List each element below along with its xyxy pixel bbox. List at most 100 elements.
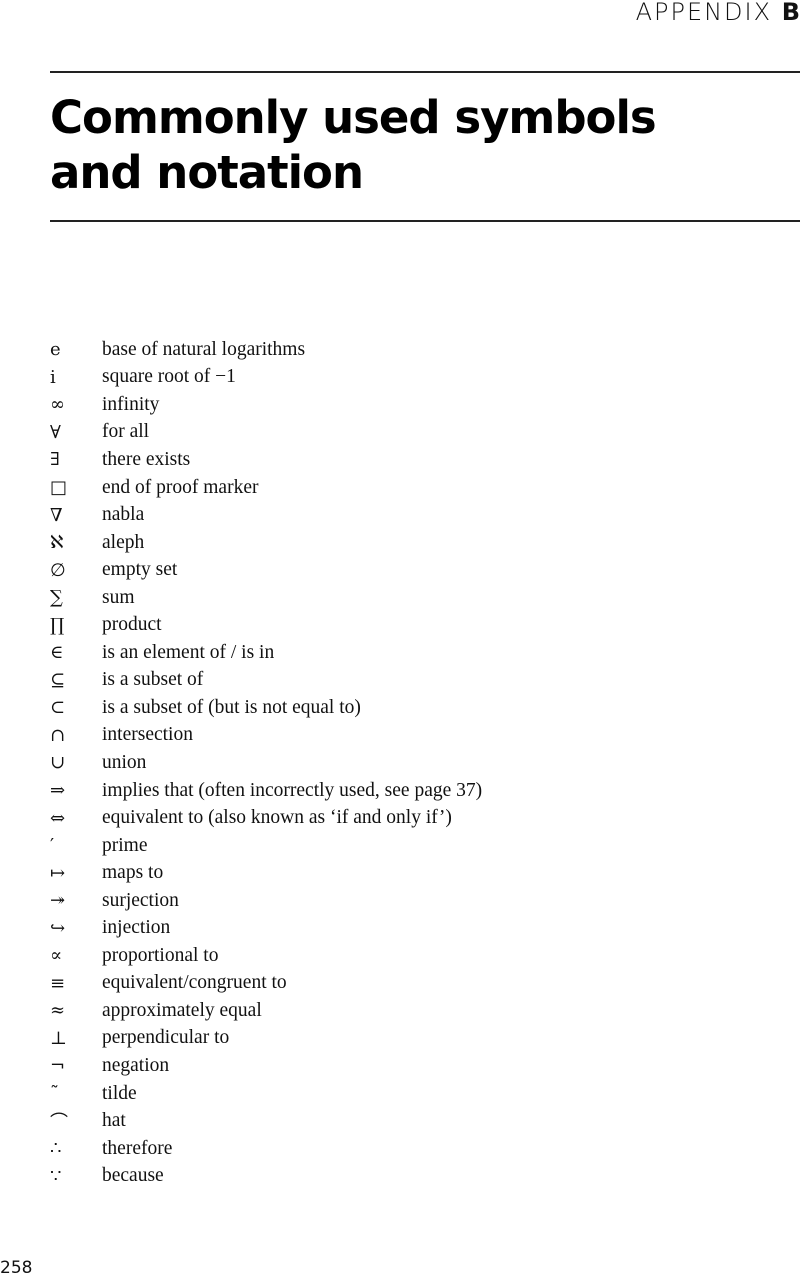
implies-icon: ⇒ [50,780,66,802]
therefore-icon: ∴ [50,1138,62,1160]
nabla-icon: ∇ [50,504,63,526]
symbol-row: ∴ therefore [50,1135,482,1163]
symbol-description: surjection [102,889,179,911]
sum-icon: ∑ [50,587,63,609]
end-of-proof-icon: □ [50,477,68,498]
symbol-row: ∈ is an element of / is in [50,639,482,667]
symbol-row: ′ prime [50,832,482,860]
symbol-row: ∏ product [50,611,482,639]
symbol-description: there exists [102,448,191,470]
element-of-icon: ∈ [50,642,64,664]
symbol-row: ∩ intersection [50,722,482,750]
symbol-description: empty set [102,559,178,581]
title-line-2: and notation [50,146,364,199]
appendix-letter: B [781,0,800,26]
imaginary-unit-icon: i [50,366,56,388]
symbol-description: square root of −1 [102,366,236,388]
symbol-description: is a subset of [102,669,204,691]
symbol-description: negation [102,1054,170,1076]
equivalent-icon: ⇔ [50,807,66,829]
symbol-description: approximately equal [102,999,262,1021]
symbol-row: ∵ because [50,1162,482,1190]
proper-subset-icon: ⊂ [50,697,66,719]
symbol-row: ⇔ equivalent to (also known as ‘if and on… [50,804,482,832]
surjection-icon: ↠ [50,890,66,912]
product-icon: ∏ [50,614,65,636]
top-rule [50,71,800,73]
symbol-row: ↠ surjection [50,887,482,915]
symbol-description: tilde [102,1082,137,1104]
union-icon: ∪ [50,752,66,774]
euler-number-icon: e [50,339,61,361]
page-title: Commonly used symbols and notation [50,90,657,200]
symbol-row: ⊥ perpendicular to [50,1025,482,1053]
symbol-description: end of proof marker [102,476,259,498]
symbol-description: for all [102,421,150,443]
symbol-row: e base of natural logarithms [50,336,482,364]
injection-icon: ↪ [50,917,66,939]
bottom-rule [50,220,800,222]
intersection-icon: ∩ [50,724,66,746]
symbol-description: is a subset of (but is not equal to) [102,696,361,718]
infinity-icon: ∞ [50,394,65,416]
symbol-description: perpendicular to [102,1027,230,1049]
symbol-row: ∞ infinity [50,391,482,419]
symbol-row: ∝ proportional to [50,942,482,970]
symbol-row: ⊂ is a subset of (but is not equal to) [50,694,482,722]
symbol-description: therefore [102,1137,173,1159]
symbol-list: e base of natural logarithms i square root … [50,336,482,1190]
proportional-icon: ∝ [50,945,63,967]
symbol-row: ∅ empty set [50,556,482,584]
symbol-row: ↦ maps to [50,859,482,887]
symbol-row: ¬ negation [50,1052,482,1080]
subset-or-equal-icon: ⊆ [50,669,66,691]
symbol-description: maps to [102,862,164,884]
symbol-description: intersection [102,724,193,746]
page-number: 258 [0,1258,33,1278]
prime-icon: ′ [50,835,55,857]
symbol-row: ⇒ implies that (often incorrectly used, s… [50,777,482,805]
symbol-description: hat [102,1110,126,1132]
symbol-row: ≈ approximately equal [50,997,482,1025]
symbol-description: product [102,614,162,636]
perpendicular-icon: ⊥ [50,1027,67,1049]
running-head: APPENDIX B [636,0,800,26]
symbol-row: i square root of −1 [50,364,482,392]
symbol-description: infinity [102,393,160,415]
symbol-row: ∑ sum [50,584,482,612]
symbol-row: ∪ union [50,749,482,777]
symbol-description: base of natural logarithms [102,338,306,360]
empty-set-icon: ∅ [50,559,66,581]
hat-icon: ⌒ [50,1112,68,1134]
aleph-icon: ℵ [50,532,64,554]
symbol-row: ∀ for all [50,419,482,447]
symbol-description: injection [102,917,171,939]
for-all-icon: ∀ [50,421,61,443]
symbol-row: ∃ there exists [50,446,482,474]
symbol-row: ↪ injection [50,914,482,942]
symbol-description: because [102,1165,164,1187]
symbol-row: ⊆ is a subset of [50,667,482,695]
exists-icon: ∃ [50,449,60,471]
symbol-row: ∇ nabla [50,501,482,529]
symbol-row: ℵ aleph [50,529,482,557]
symbol-row: ≡ equivalent/congruent to [50,970,482,998]
symbol-row: □ end of proof marker [50,474,482,502]
symbol-description: union [102,751,147,773]
appendix-label: APPENDIX [635,0,773,26]
maps-to-icon: ↦ [50,862,66,884]
congruent-icon: ≡ [50,972,66,994]
because-icon: ∵ [50,1165,62,1187]
title-line-1: Commonly used symbols [50,91,657,144]
tilde-icon: ˜ [50,1083,59,1105]
symbol-description: equivalent/congruent to [102,972,287,994]
symbol-description: nabla [102,504,145,526]
symbol-description: is an element of / is in [102,641,275,663]
symbol-row: ˜ tilde [50,1080,482,1108]
symbol-description: prime [102,834,148,856]
symbol-description: aleph [102,531,145,553]
approximately-equal-icon: ≈ [50,1000,66,1022]
symbol-description: proportional to [102,944,219,966]
negation-icon: ¬ [50,1055,66,1077]
symbol-row: ⌒ hat [50,1107,482,1135]
